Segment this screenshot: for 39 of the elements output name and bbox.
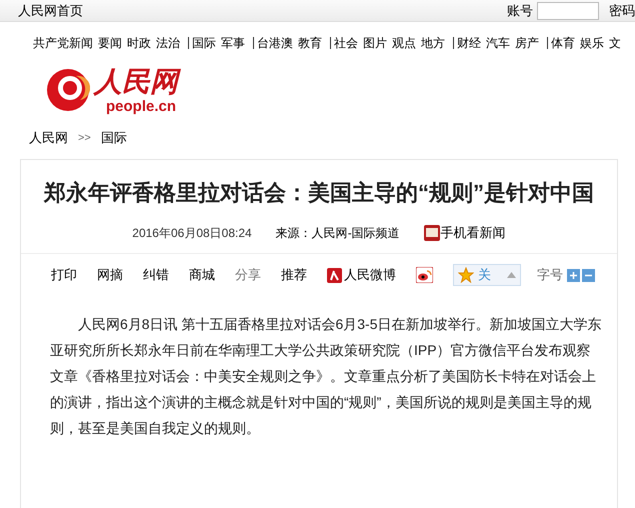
nav-link[interactable]: 教育 [298,34,322,52]
toolbar-link[interactable]: 商城 [189,265,215,285]
nav-link[interactable]: 房产 [515,34,539,52]
weibo-link[interactable]: 人民微博 [327,265,396,285]
toolbar-link[interactable]: 纠错 [143,265,169,285]
toolbar-link[interactable]: 网摘 [97,265,123,285]
nav-link[interactable]: 地方 [421,34,445,52]
nav-link[interactable]: 文 [609,34,621,52]
home-link[interactable]: 人民网首页 [18,0,83,20]
mobile-news-link[interactable]: 手机看新闻 [424,223,506,243]
source-label: 来源：人民网-国际频道 [276,225,400,242]
nav-link[interactable]: 共产党新闻 [33,34,93,52]
account-label: 账号 [507,2,533,20]
nav-link[interactable]: 财经 [457,34,481,52]
publish-date: 2016年06月08日08:24 [132,225,252,242]
nav-link[interactable]: 台港澳 [257,34,293,52]
logo-domain: people.cn [106,98,176,116]
nav-link[interactable]: 军事 [221,34,245,52]
breadcrumb-separator: >> [78,130,91,146]
nav-link[interactable]: 图片 [363,34,387,52]
site-logo[interactable]: 人民网 people.cn [46,66,635,122]
nav-link[interactable]: 观点 [392,34,416,52]
password-label: 密码 [609,2,635,20]
nav-link[interactable]: 国际 [192,34,216,52]
article-title: 郑永年评香格里拉对话会：美国主导的“规则”是针对中国 [42,179,595,207]
nav-link[interactable]: 体育 [551,34,575,52]
nav-link[interactable]: 要闻 [98,34,122,52]
toolbar-link[interactable]: 打印 [51,265,77,285]
nav-link[interactable]: 汽车 [486,34,510,52]
article-body: 人民网6月8日讯 第十五届香格里拉对话会6月3-5日在新加坡举行。新加坡国立大学东亚研究所所长郑永年日前在华南理工大学公共政策研究院（IPP）官方微信平台发布观察文章《香格里拉对话会：中美安全规则之争》。文章重点分析了美国防长卡特在对话会上的演讲，指出这个演讲的主概念就是针对中国的“规则”，美国所说的规则是美国主导的规则，甚至是美国自我定义的规则。 [50,315,602,438]
share-label: 分享 [235,266,261,284]
toolbar-link[interactable]: 推荐 [281,265,307,285]
nav-link[interactable]: 娱乐 [580,34,604,52]
nav-link[interactable]: 法治 [156,34,180,52]
nav-link[interactable]: 时政 [127,34,151,52]
font-size-label: 字号 [537,266,563,284]
breadcrumb-link[interactable]: 国际 [100,128,127,148]
breadcrumb-link[interactable]: 人民网 [29,128,68,148]
nav-link[interactable]: 社会 [334,34,358,52]
